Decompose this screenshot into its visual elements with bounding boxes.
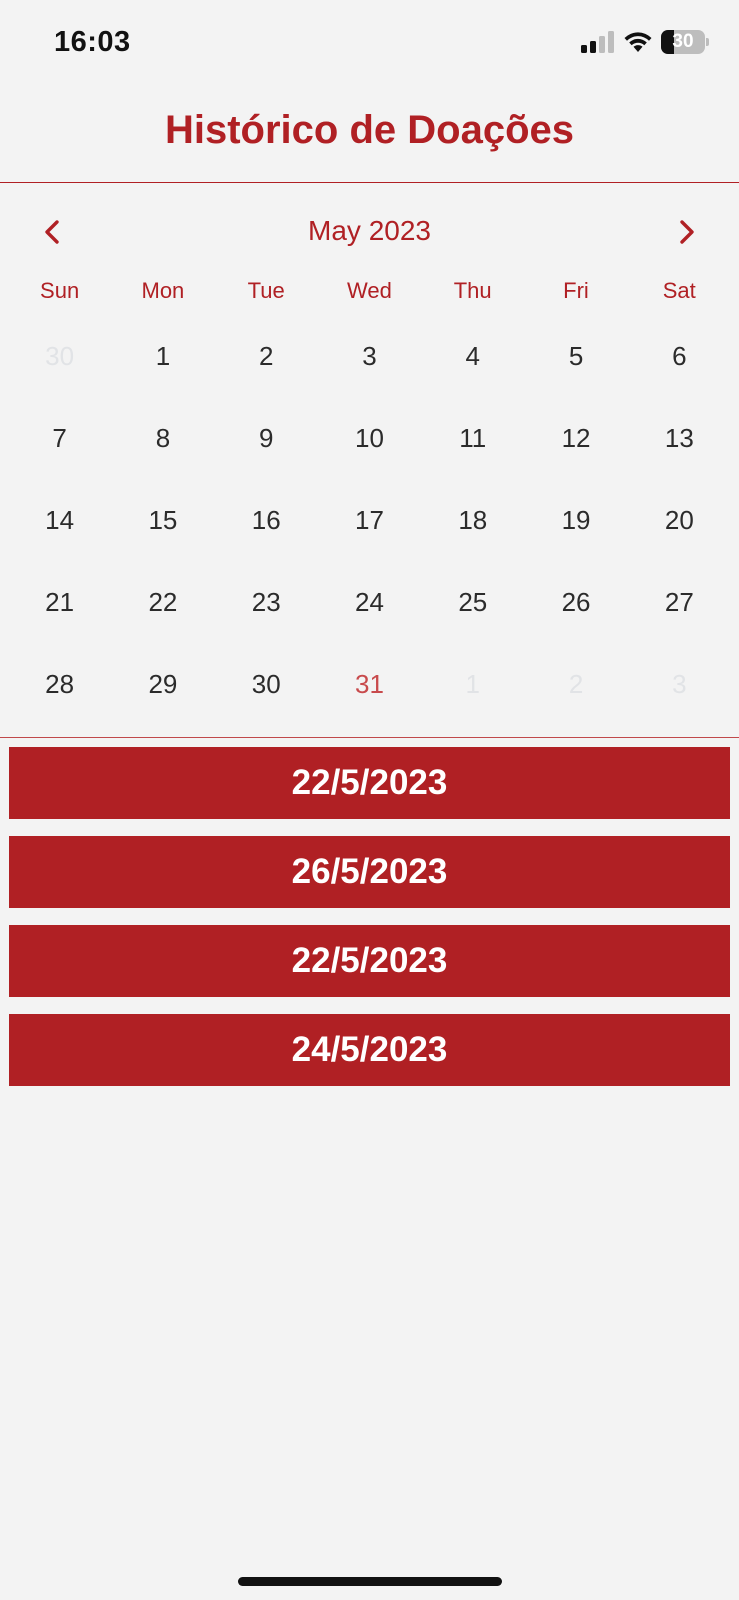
calendar-day[interactable]: 14	[8, 479, 111, 561]
donation-item[interactable]: 24/5/2023	[9, 1014, 730, 1086]
chevron-right-icon[interactable]	[669, 215, 703, 249]
calendar-day[interactable]: 19	[524, 479, 627, 561]
calendar-day[interactable]: 9	[215, 397, 318, 479]
donation-item[interactable]: 26/5/2023	[9, 836, 730, 908]
calendar-day: 3	[672, 668, 687, 699]
calendar-day[interactable]: 4	[421, 315, 524, 397]
weekday-wed: Wed	[347, 278, 392, 303]
calendar-divider	[0, 737, 739, 738]
calendar-day[interactable]: 6	[628, 315, 731, 397]
calendar-day[interactable]: 27	[628, 561, 731, 643]
status-bar: 16:03 30	[0, 0, 739, 90]
home-indicator[interactable]	[238, 1577, 502, 1586]
calendar-day-today[interactable]: 31	[318, 643, 421, 725]
calendar-day: 30	[45, 340, 75, 371]
calendar-day[interactable]: 15	[111, 479, 214, 561]
calendar-day[interactable]: 24	[318, 561, 421, 643]
weekday-tue: Tue	[247, 278, 285, 303]
calendar-day[interactable]: 25	[421, 561, 524, 643]
calendar-day[interactable]: 13	[628, 397, 731, 479]
calendar-day[interactable]: 2	[215, 315, 318, 397]
battery-icon: 30	[661, 30, 709, 54]
calendar-day[interactable]: 18	[421, 479, 524, 561]
calendar: May 2023 Sun Mon Tue Wed Thu Fri Sat 30 1…	[0, 183, 739, 737]
calendar-day[interactable]: 17	[318, 479, 421, 561]
calendar-day: 2	[568, 668, 584, 699]
donation-item[interactable]: 22/5/2023	[9, 925, 730, 997]
status-time: 16:03	[54, 26, 131, 58]
calendar-day[interactable]: 10	[318, 397, 421, 479]
cellular-signal-icon	[581, 31, 614, 53]
calendar-day[interactable]: 7	[8, 397, 111, 479]
calendar-day[interactable]: 5	[524, 315, 627, 397]
calendar-day[interactable]: 12	[524, 397, 627, 479]
wifi-icon	[624, 32, 652, 52]
calendar-day[interactable]: 1	[111, 315, 214, 397]
weekday-sat: Sat	[662, 278, 696, 303]
donation-item[interactable]: 22/5/2023	[9, 747, 730, 819]
status-icons: 30	[581, 30, 709, 54]
calendar-day[interactable]: 28	[8, 643, 111, 725]
calendar-day[interactable]: 23	[215, 561, 318, 643]
weekday-fri: Fri	[563, 278, 589, 303]
calendar-day[interactable]: 26	[524, 561, 627, 643]
month-label: May 2023	[308, 215, 431, 246]
calendar-day[interactable]: 16	[215, 479, 318, 561]
days-grid: 30 1 2 3 4 5 6 7 8 9 10 11 12 13 14 15 16 17 18 19 20 21 22 23 2…	[8, 315, 731, 725]
calendar-day[interactable]: 29	[111, 643, 214, 725]
weekday-row: Sun Mon Tue Wed Thu Fri Sat	[8, 278, 731, 304]
weekday-sun: Sun	[40, 278, 80, 303]
calendar-day[interactable]: 21	[8, 561, 111, 643]
calendar-day[interactable]: 22	[111, 561, 214, 643]
calendar-day[interactable]: 8	[111, 397, 214, 479]
calendar-header: May 2023	[0, 207, 739, 257]
calendar-day[interactable]: 20	[628, 479, 731, 561]
weekday-mon: Mon	[141, 278, 185, 303]
calendar-day[interactable]: 11	[421, 397, 524, 479]
weekday-thu: Thu	[453, 278, 492, 303]
calendar-day[interactable]: 30	[215, 643, 318, 725]
page-title: Histórico de Doações	[164, 108, 574, 152]
donation-list: 22/5/2023 26/5/2023 22/5/2023 24/5/2023	[9, 747, 730, 1103]
calendar-day: 1	[465, 668, 481, 699]
battery-level: 30	[672, 31, 694, 52]
calendar-day[interactable]: 3	[318, 315, 421, 397]
